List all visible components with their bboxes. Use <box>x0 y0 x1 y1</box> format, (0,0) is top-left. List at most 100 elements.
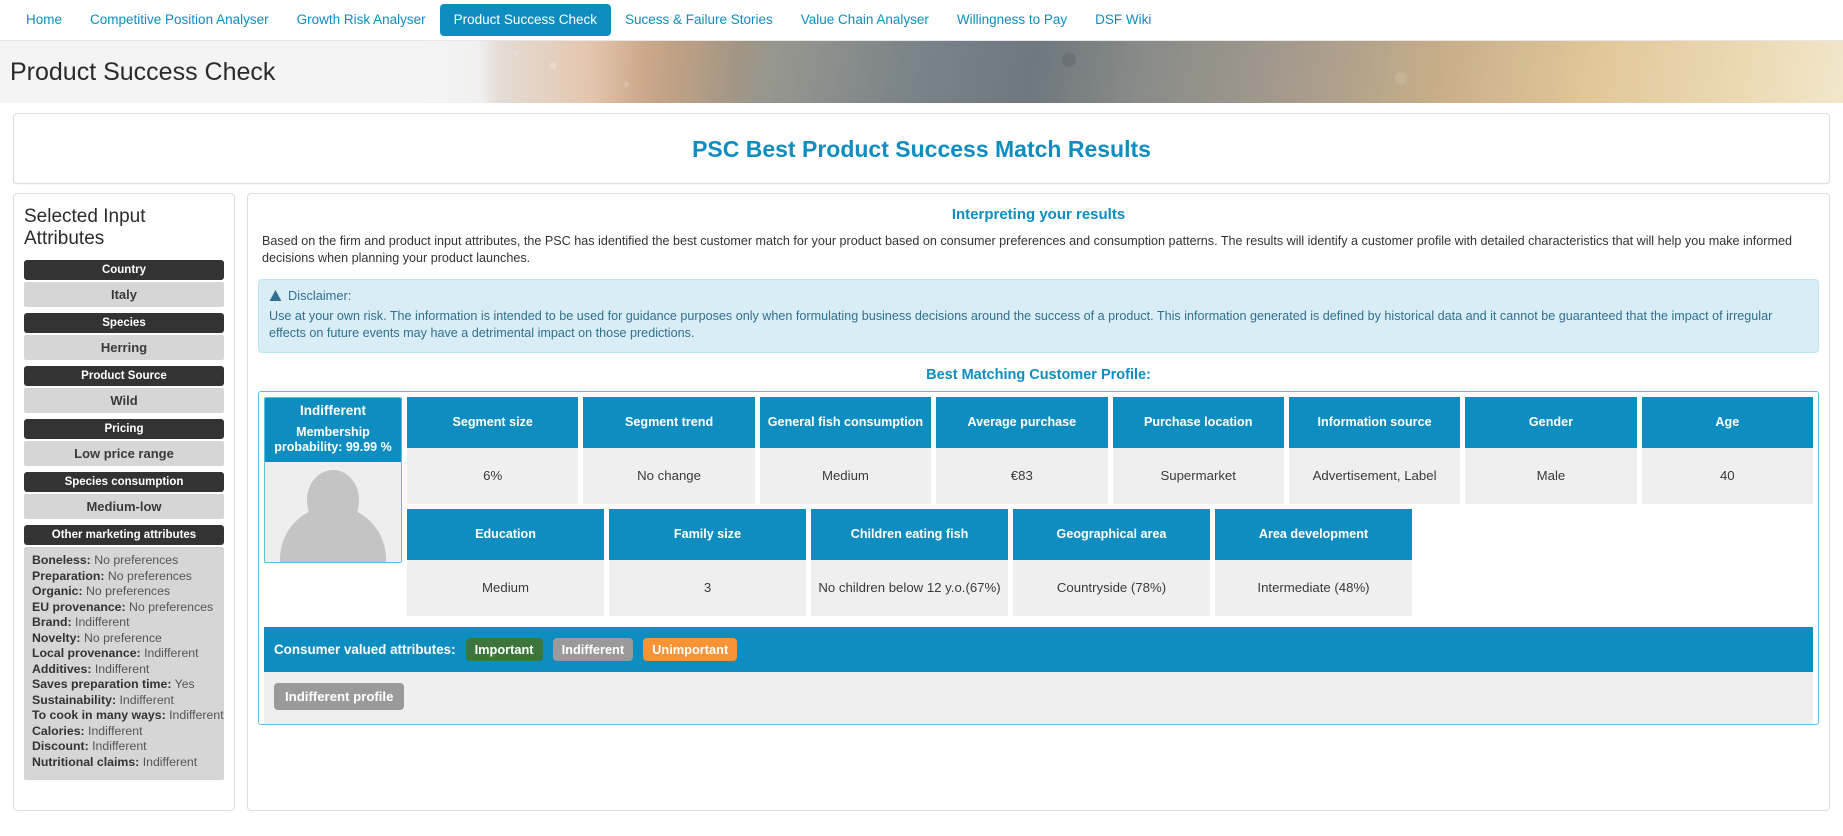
attribute-value-country: Italy <box>24 282 224 307</box>
other-value: Indifferent <box>94 661 150 676</box>
nav-item-product-success-check[interactable]: Product Success Check <box>439 3 611 37</box>
other-value: Indifferent <box>142 754 198 769</box>
other-label: Novelty: <box>32 630 81 645</box>
other-value: No preferences <box>86 584 171 598</box>
disclaimer-title: Disclaimer: <box>288 288 352 303</box>
cell-header: Average purchase <box>936 397 1108 448</box>
other-value: Indifferent <box>75 615 130 629</box>
other-label: Additives: <box>32 661 92 676</box>
nav-item-home[interactable]: Home <box>12 4 76 37</box>
nav-item-competitive-position-analyser[interactable]: Competitive Position Analyser <box>76 4 283 37</box>
cell-header: Age <box>1641 397 1813 448</box>
profile-cell-education: Education Medium <box>407 509 604 616</box>
list-item: Calories: Indifferent <box>32 724 218 740</box>
attribute-header-species-consumption: Species consumption <box>24 472 224 492</box>
cell-value: 6% <box>407 448 579 504</box>
sidebar-title: Selected Input Attributes <box>24 206 146 249</box>
attribute-header-product-source: Product Source <box>24 366 224 386</box>
legend-badge-important[interactable]: Important <box>465 638 543 661</box>
other-label: Nutritional claims: <box>32 754 140 769</box>
cell-value: Countryside (78%) <box>1013 560 1210 616</box>
profile-cell-family-size: Family size 3 <box>609 509 806 616</box>
list-item: Novelty: No preference <box>32 631 218 647</box>
cell-value: 40 <box>1641 448 1813 504</box>
nav-item-dsf-wiki[interactable]: DSF Wiki <box>1081 4 1165 37</box>
segment-avatar-column: Indifferent Membership probability: 99.9… <box>264 397 402 563</box>
attribute-header-country: Country <box>24 260 224 280</box>
list-item: Sustainability: Indifferent <box>32 693 218 709</box>
list-item: Local provenance: Indifferent <box>32 646 218 662</box>
list-item: To cook in many ways: Indifferent <box>32 708 224 724</box>
consumer-valued-attributes-label: Consumer valued attributes: <box>274 642 456 657</box>
other-label: Saves preparation time: <box>32 677 172 691</box>
segment-header: Indifferent Membership probability: 99.9… <box>265 398 401 462</box>
profile-cell-children-eating-fish: Children eating fish No children below 1… <box>811 509 1008 616</box>
cell-header: Segment size <box>407 397 579 448</box>
consumer-valued-attributes-bar: Consumer valued attributes: Important In… <box>264 627 1813 672</box>
other-label: EU provenance: <box>32 599 126 614</box>
other-value: Indifferent <box>144 646 199 660</box>
other-label: Brand: <box>32 615 72 629</box>
cell-value: Male <box>1465 448 1637 504</box>
membership-probability: Membership probability: 99.99 % <box>274 425 392 454</box>
cell-value: Advertisement, Label <box>1288 448 1461 504</box>
cell-value: Medium <box>407 560 604 616</box>
other-value: Yes <box>174 677 195 691</box>
attribute-value-product-source: Wild <box>24 388 224 413</box>
profile-grid: Indifferent Membership probability: 99.9… <box>264 397 1813 621</box>
list-item: Brand: Indifferent <box>32 615 218 631</box>
other-value: Indifferent <box>169 708 224 722</box>
legend-badge-indifferent[interactable]: Indifferent <box>552 638 634 661</box>
attribute-header-other-marketing: Other marketing attributes <box>24 525 224 545</box>
cell-header: Education <box>407 509 604 560</box>
list-item: Nutritional claims: Indifferent <box>32 755 218 771</box>
other-value: Indifferent <box>119 692 174 707</box>
list-item: Discount: Indifferent <box>32 739 218 755</box>
results-title: PSC Best Product Success Match Results <box>692 136 1151 162</box>
results-main-panel: Interpreting your results Based on the f… <box>247 193 1830 811</box>
cell-header: Purchase location <box>1112 397 1284 448</box>
nav-item-growth-risk-analyser[interactable]: Growth Risk Analyser <box>283 4 440 37</box>
other-value: No preference <box>83 630 162 645</box>
results-header-panel: PSC Best Product Success Match Results <box>13 113 1830 184</box>
attribute-header-species: Species <box>24 313 224 333</box>
cell-value: 3 <box>609 560 806 616</box>
list-item: Additives: Indifferent <box>32 662 218 678</box>
other-label: Local provenance: <box>32 646 141 660</box>
profile-cell-gender: Gender Male <box>1465 397 1637 504</box>
other-label: Sustainability: <box>32 692 117 707</box>
cell-value: No change <box>583 448 755 504</box>
profile-cell-information-source: Information source Advertisement, Label <box>1288 397 1461 504</box>
other-value: Indifferent <box>88 723 143 738</box>
nav-item-sucess-failure-stories[interactable]: Sucess & Failure Stories <box>611 4 787 37</box>
cell-header: Gender <box>1465 397 1637 448</box>
profile-cell-geographical-area: Geographical area Countryside (78%) <box>1013 509 1210 616</box>
nav-item-value-chain-analyser[interactable]: Value Chain Analyser <box>787 4 943 37</box>
nav-item-willingness-to-pay[interactable]: Willingness to Pay <box>943 4 1081 37</box>
attribute-value-species: Herring <box>24 335 224 360</box>
other-label: To cook in many ways: <box>32 708 166 722</box>
cell-header: Segment trend <box>583 397 755 448</box>
best-matching-profile-title: Best Matching Customer Profile: <box>926 367 1151 383</box>
row-spacer <box>1417 509 1813 616</box>
cell-header: Geographical area <box>1013 509 1210 560</box>
indifferent-profile-button[interactable]: Indifferent profile <box>274 683 405 710</box>
other-value: No preferences <box>94 553 179 567</box>
attribute-value-pricing: Low price range <box>24 441 224 466</box>
cell-header: Family size <box>609 509 806 560</box>
disclaimer-box: Disclaimer: Use at your own risk. The in… <box>258 279 1819 353</box>
avatar-body-shape <box>280 506 386 562</box>
warning-icon <box>269 289 282 302</box>
profile-row-2: Education Medium Family size 3 Children … <box>407 509 1813 616</box>
cell-header: Children eating fish <box>811 509 1008 560</box>
list-item: Preparation: No preferences <box>32 569 218 585</box>
list-item: Organic: No preferences <box>32 584 218 600</box>
other-value: No preferences <box>107 568 192 583</box>
cell-value: Medium <box>759 448 932 504</box>
avatar <box>265 462 401 562</box>
legend-badge-unimportant[interactable]: Unimportant <box>643 638 738 661</box>
customer-profile-card: Indifferent Membership probability: 99.9… <box>258 391 1819 725</box>
attribute-header-pricing: Pricing <box>24 419 224 439</box>
other-label: Calories: <box>32 723 85 738</box>
cell-header: General fish consumption <box>759 397 932 448</box>
